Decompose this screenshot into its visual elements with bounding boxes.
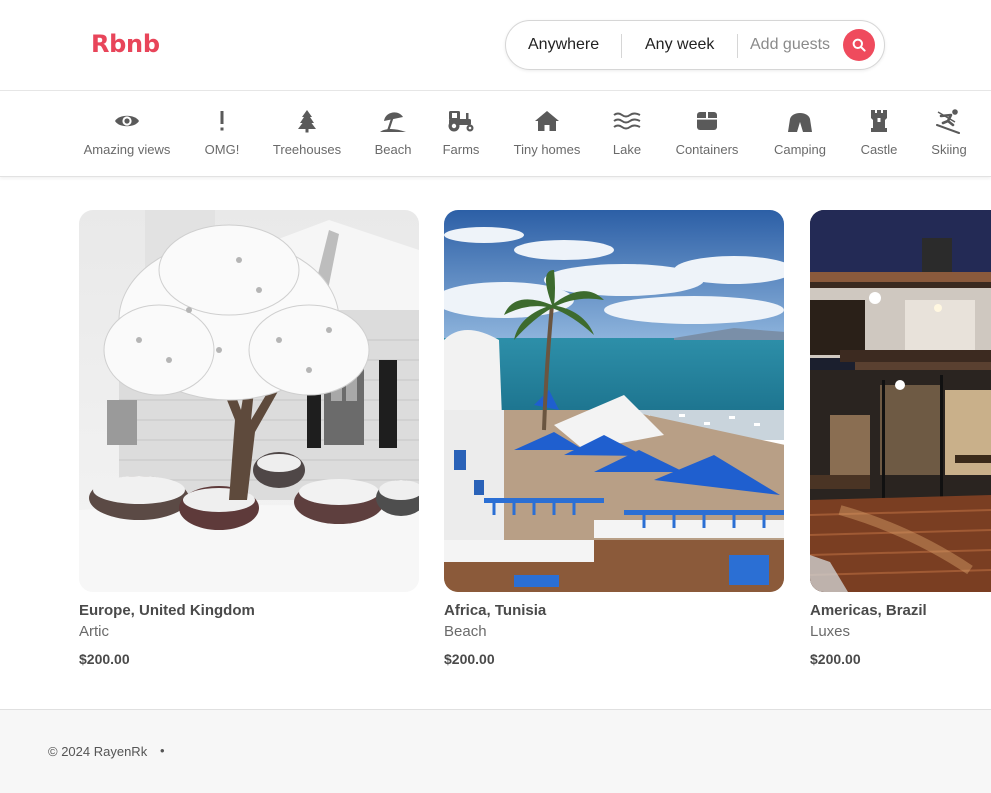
listing-price: $200.00 xyxy=(810,651,861,667)
category-omg[interactable]: OMG! xyxy=(202,91,242,177)
eye-icon xyxy=(114,108,140,134)
category-beach[interactable]: Beach xyxy=(371,91,415,177)
tent-icon xyxy=(786,108,814,134)
listing-type: Luxes xyxy=(810,623,851,640)
listing-location: Africa, Tunisia xyxy=(444,602,547,619)
listing-photo[interactable] xyxy=(79,210,419,592)
category-containers[interactable]: Containers xyxy=(672,91,742,177)
category-label: Amazing views xyxy=(83,142,171,157)
search-bar[interactable]: Anywhere Any week Add guests xyxy=(505,20,885,70)
search-divider xyxy=(737,34,738,58)
header: Rbnb Anywhere Any week Add guests xyxy=(0,0,991,91)
category-label: Treehouses xyxy=(272,142,342,157)
logo[interactable]: Rbnb xyxy=(91,30,160,58)
footer-separator: • xyxy=(160,743,165,758)
container-icon xyxy=(695,108,719,134)
category-treehouses[interactable]: Treehouses xyxy=(270,91,344,177)
category-label: OMG! xyxy=(204,142,240,157)
category-bar: Amazing views OMG! Treehouses Beach Farm… xyxy=(0,91,991,177)
search-button[interactable] xyxy=(843,29,875,61)
category-farms[interactable]: Farms xyxy=(440,91,482,177)
category-label: Containers xyxy=(675,142,739,157)
tractor-icon xyxy=(446,108,476,134)
listing-photo[interactable] xyxy=(444,210,784,592)
exclamation-icon xyxy=(218,108,226,134)
listing-location: Americas, Brazil xyxy=(810,602,927,619)
footer-copyright: © 2024 RayenRk xyxy=(48,744,148,759)
umbrella-icon xyxy=(379,108,407,134)
search-add-guests[interactable]: Add guests xyxy=(750,21,830,69)
listing-photo[interactable] xyxy=(810,210,991,592)
listing-price: $200.00 xyxy=(444,651,495,667)
skiing-icon xyxy=(935,108,963,134)
listing-type: Beach xyxy=(444,623,487,640)
category-label: Castle xyxy=(860,142,898,157)
category-label: Farms xyxy=(442,142,480,157)
category-label: Skiing xyxy=(931,142,967,157)
category-label: Beach xyxy=(374,142,412,157)
category-label: Lake xyxy=(612,142,642,157)
search-anywhere[interactable]: Anywhere xyxy=(528,21,599,69)
listing-location: Europe, United Kingdom xyxy=(79,602,255,619)
search-any-week[interactable]: Any week xyxy=(645,21,714,69)
category-castle[interactable]: Castle xyxy=(857,91,901,177)
footer: © 2024 RayenRk • xyxy=(0,709,991,793)
listing-type: Artic xyxy=(79,623,109,640)
category-lake[interactable]: Lake xyxy=(609,91,645,177)
category-skiing[interactable]: Skiing xyxy=(928,91,970,177)
category-amazing-views[interactable]: Amazing views xyxy=(82,91,172,177)
tree-icon xyxy=(296,108,318,134)
category-label: Camping xyxy=(773,142,827,157)
listing-card[interactable]: Europe, United Kingdom Artic $200.00 xyxy=(79,210,419,667)
house-icon xyxy=(534,108,560,134)
castle-icon xyxy=(868,108,890,134)
water-icon xyxy=(613,108,641,134)
category-camping[interactable]: Camping xyxy=(770,91,830,177)
search-icon xyxy=(852,38,866,52)
category-label: Tiny homes xyxy=(513,142,581,157)
category-tiny-homes[interactable]: Tiny homes xyxy=(511,91,583,177)
listing-price: $200.00 xyxy=(79,651,130,667)
listing-card[interactable]: Americas, Brazil Luxes $200.00 xyxy=(810,210,991,667)
listing-card[interactable]: Africa, Tunisia Beach $200.00 xyxy=(444,210,784,667)
search-divider xyxy=(621,34,622,58)
